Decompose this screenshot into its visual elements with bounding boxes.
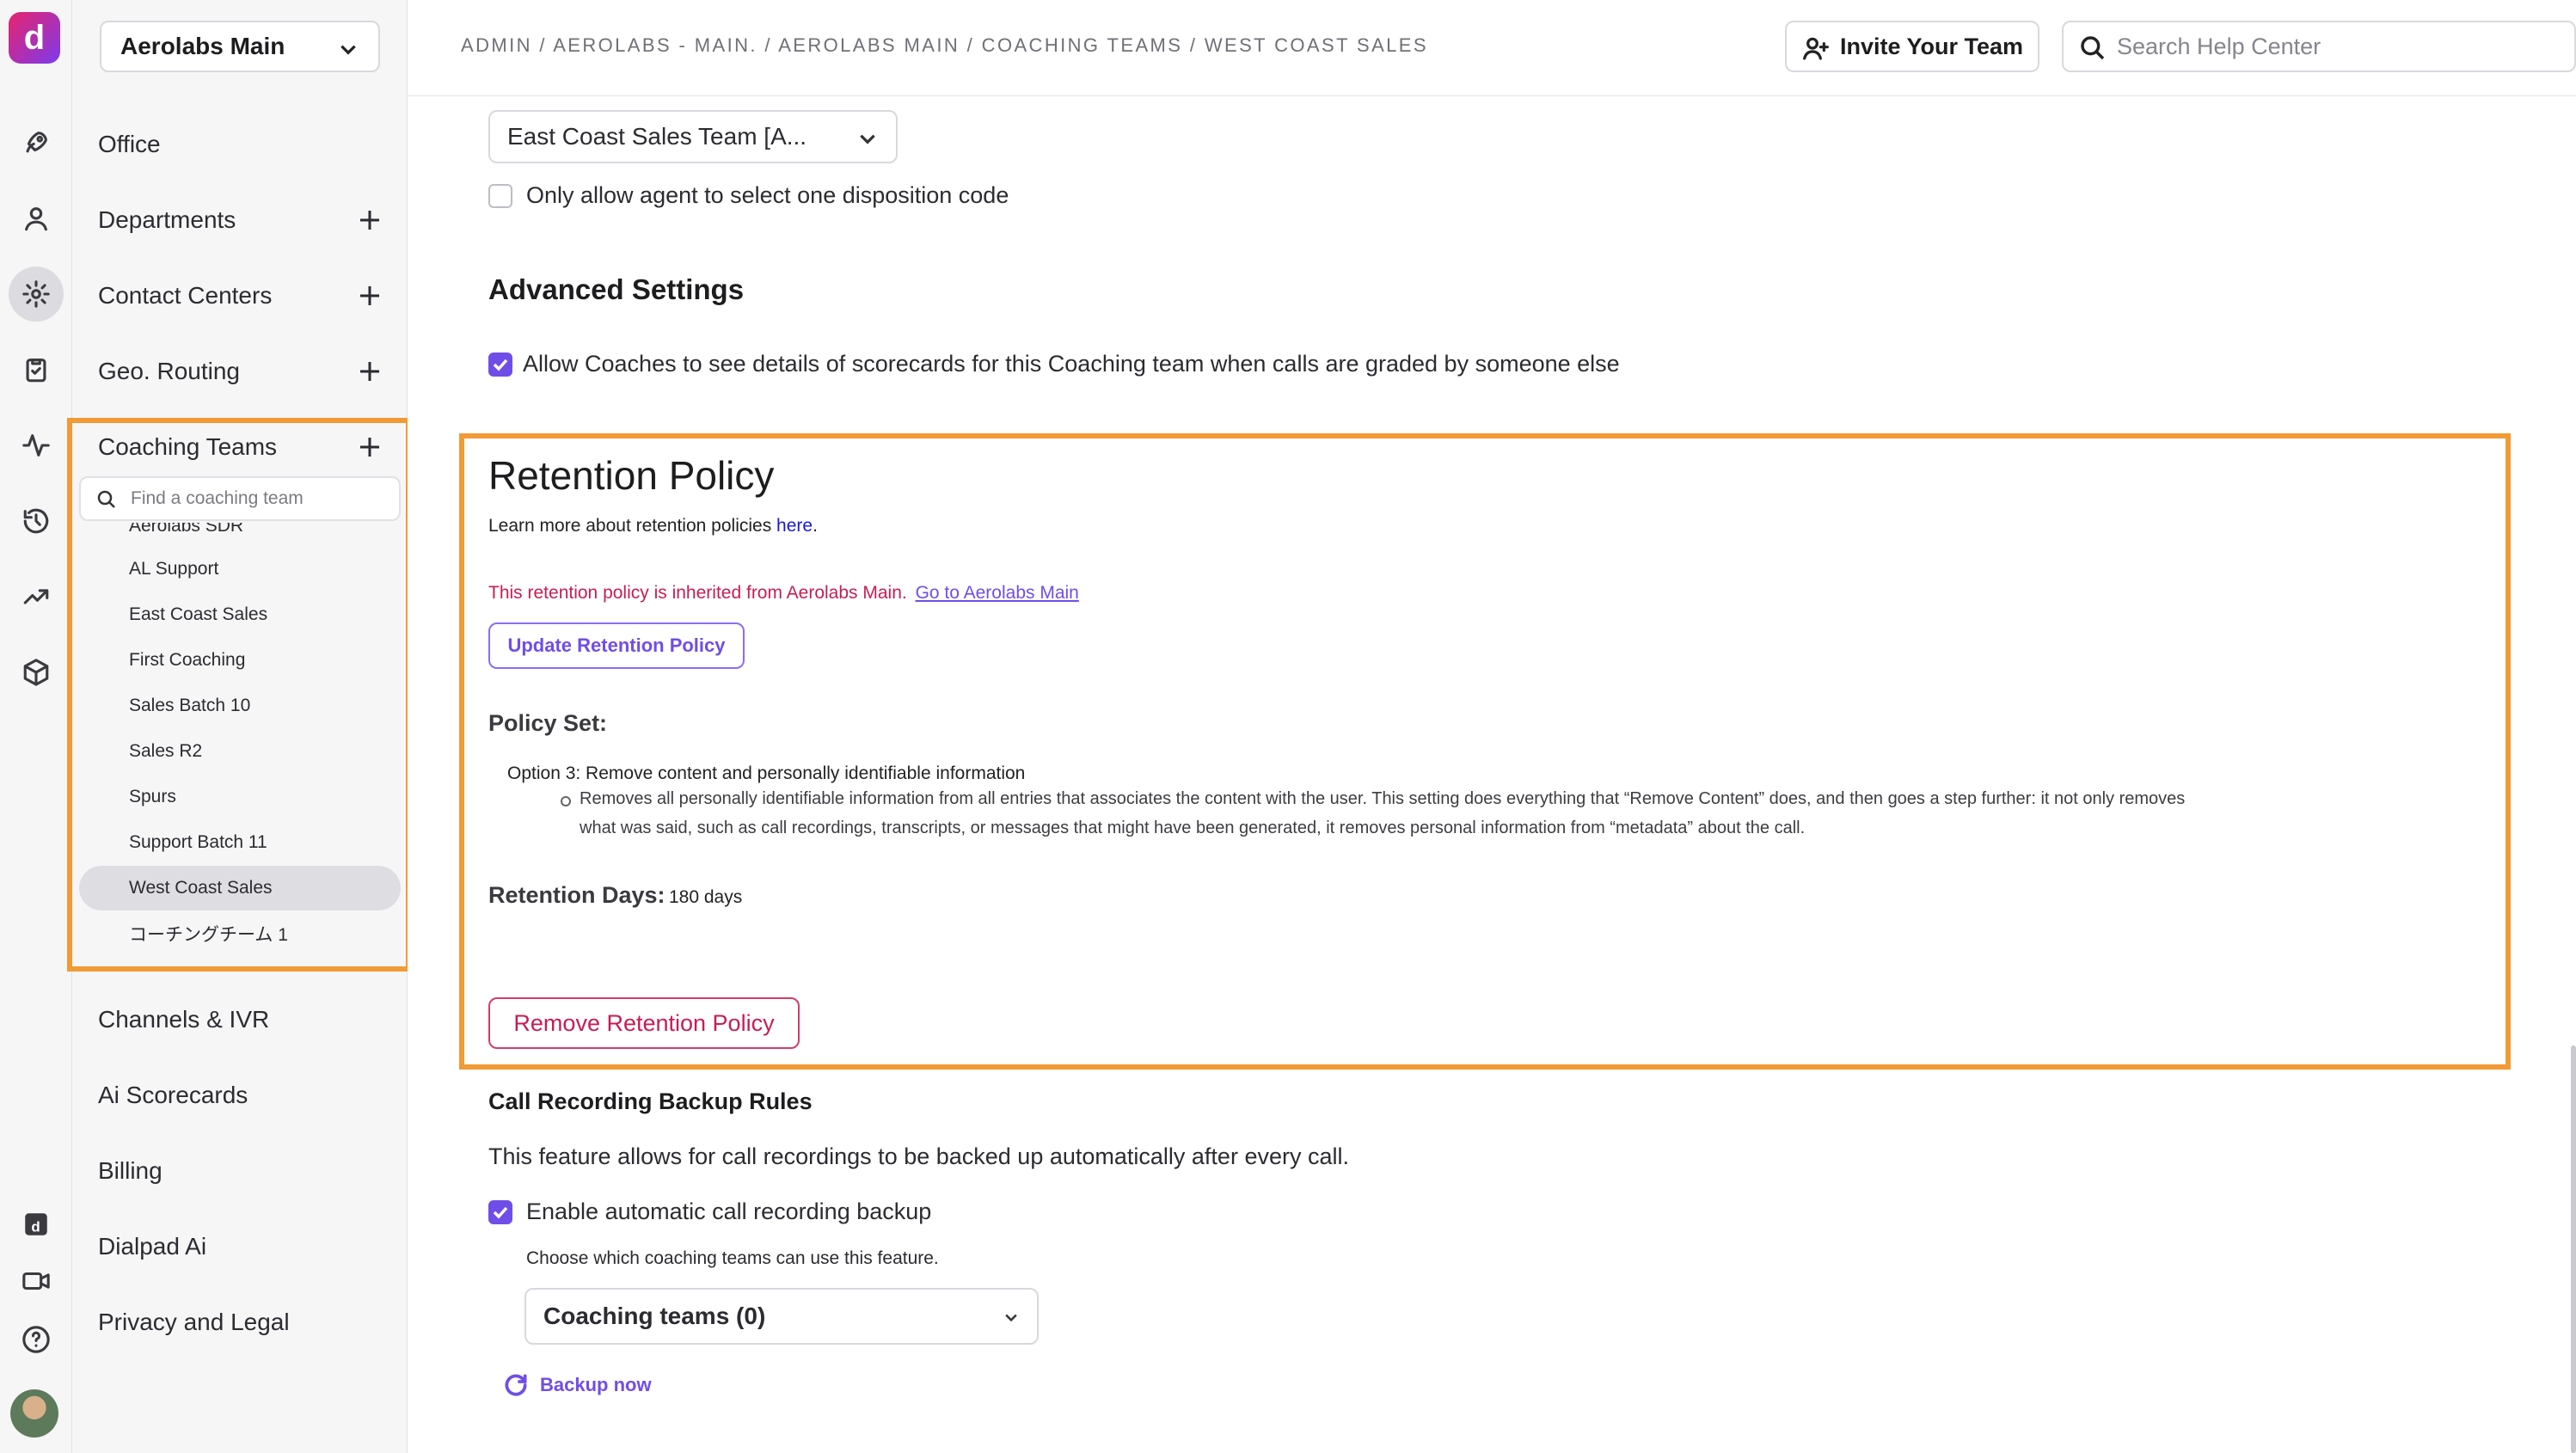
chevron-down-icon	[340, 45, 356, 55]
clipboard-icon[interactable]	[9, 342, 64, 397]
add-contact-center-icon[interactable]	[356, 282, 383, 310]
sidebar-item-label: Contact Centers	[98, 282, 273, 309]
help-icon[interactable]	[9, 1312, 64, 1367]
sidebar-item-label: Privacy and Legal	[98, 1309, 290, 1335]
disposition-team-select[interactable]: East Coast Sales Team [A...	[488, 110, 898, 163]
trend-icon[interactable]	[9, 569, 64, 624]
list-item[interactable]: コーチングチーム 1	[79, 911, 401, 956]
sidebar-item-departments[interactable]: Departments	[98, 193, 390, 248]
main-content: East Coast Sales Team [A... Only allow a…	[408, 96, 2576, 1453]
breadcrumb[interactable]: ADMIN / AEROLABS - MAIN. / AEROLABS MAIN…	[461, 34, 1428, 57]
list-item[interactable]: Aerolabs SDR	[79, 523, 401, 549]
add-geo-routing-icon[interactable]	[356, 358, 383, 385]
cube-icon[interactable]	[9, 645, 64, 700]
video-icon[interactable]	[9, 1254, 64, 1309]
history-icon[interactable]	[9, 494, 64, 549]
sidebar-item-label: Ai Scorecards	[98, 1082, 248, 1108]
disposition-label: Only allow agent to select one dispositi…	[526, 182, 1009, 208]
sidebar-item-channels-ivr[interactable]: Channels & IVR	[98, 992, 390, 1047]
sidebar-item-label: Departments	[98, 206, 236, 233]
top-bar: ADMIN / AEROLABS - MAIN. / AEROLABS MAIN…	[408, 0, 2576, 96]
disposition-checkbox[interactable]	[488, 184, 512, 208]
invite-team-button[interactable]: Invite Your Team	[1785, 21, 2039, 72]
svg-text:d: d	[31, 1219, 40, 1235]
backup-rules-heading: Call Recording Backup Rules	[488, 1088, 813, 1114]
search-icon	[2081, 36, 2105, 60]
refresh-icon	[505, 1374, 527, 1396]
gear-icon[interactable]	[9, 267, 64, 322]
avatar[interactable]	[10, 1389, 58, 1438]
policy-set-label: Policy Set:	[488, 710, 608, 736]
advanced-settings-heading: Advanced Settings	[488, 273, 745, 305]
icon-rail: d d	[0, 0, 72, 1453]
list-item[interactable]: Spurs	[79, 775, 401, 819]
sidebar-item-office[interactable]: Office	[98, 117, 390, 172]
backup-now-button[interactable]: Backup now	[502, 1365, 652, 1405]
chevron-down-icon	[860, 134, 875, 144]
list-item-selected[interactable]: West Coast Sales	[79, 866, 401, 910]
policy-option-desc-1: Removes all personally identifiable info…	[580, 789, 2186, 808]
list-item[interactable]: AL Support	[79, 547, 401, 592]
advanced-coaches-label: Allow Coaches to see details of scorecar…	[523, 351, 1620, 377]
coaching-team-search-input[interactable]: Find a coaching team	[79, 476, 401, 521]
policy-option-desc-2: what was said, such as call recordings, …	[580, 818, 1806, 837]
sidebar-item-ai-scorecards[interactable]: Ai Scorecards	[98, 1068, 390, 1123]
sidebar-item-label: Billing	[98, 1157, 163, 1184]
update-retention-policy-button[interactable]: Update Retention Policy	[488, 622, 745, 669]
add-department-icon[interactable]	[356, 206, 383, 234]
coaching-search-placeholder: Find a coaching team	[131, 488, 304, 508]
enable-backup-label: Enable automatic call recording backup	[526, 1199, 932, 1224]
sidebar-item-label: Geo. Routing	[98, 358, 240, 384]
list-item[interactable]: Support Batch 11	[79, 820, 401, 865]
bullet-icon	[561, 796, 571, 806]
backup-rules-description: This feature allows for call recordings …	[488, 1143, 1349, 1169]
advanced-coaches-checkbox[interactable]	[488, 353, 512, 377]
sidebar-item-billing[interactable]: Billing	[98, 1143, 390, 1199]
list-item[interactable]: Sales Batch 10	[79, 684, 401, 728]
sidebar-item-geo-routing[interactable]: Geo. Routing	[98, 344, 390, 399]
policy-option-title: Option 3: Remove content and personally …	[507, 763, 1026, 783]
retention-inherited-note: This retention policy is inherited from …	[488, 583, 1079, 603]
help-center-search-input[interactable]: Search Help Center	[2062, 21, 2576, 72]
list-item[interactable]: First Coaching	[79, 638, 401, 683]
org-name: Aerolabs Main	[120, 33, 285, 59]
rocket-icon[interactable]	[9, 115, 64, 170]
sidebar-item-label: Office	[98, 131, 161, 157]
list-item[interactable]: East Coast Sales	[79, 592, 401, 637]
chevron-down-icon	[1005, 1314, 1017, 1322]
enable-backup-checkbox[interactable]	[488, 1200, 512, 1224]
list-item[interactable]: Sales R2	[79, 729, 401, 774]
coaching-team-list[interactable]: Aerolabs SDR AL Support East Coast Sales…	[79, 523, 401, 961]
remove-retention-policy-button[interactable]: Remove Retention Policy	[488, 997, 800, 1049]
check-icon	[493, 359, 508, 371]
retention-title: Retention Policy	[488, 453, 775, 498]
sidebar-item-label: Channels & IVR	[98, 1006, 270, 1033]
retention-days-value: 180 days	[669, 887, 743, 907]
dialpad-logo[interactable]: d	[9, 12, 60, 64]
dialpad-ai-icon[interactable]: d	[9, 1197, 64, 1252]
retention-learn-more: Learn more about retention policies here…	[488, 516, 818, 536]
user-icon[interactable]	[9, 191, 64, 246]
check-icon	[493, 1206, 508, 1219]
sidebar-item-dialpad-ai[interactable]: Dialpad Ai	[98, 1219, 390, 1274]
coaching-teams-select[interactable]: Coaching teams (0)	[524, 1288, 1039, 1345]
sidebar-item-label: Dialpad Ai	[98, 1233, 207, 1260]
sidebar-item-contact-centers[interactable]: Contact Centers	[98, 268, 390, 323]
goto-aerolabs-main-link[interactable]: Go to Aerolabs Main	[916, 583, 1079, 603]
sidebar-item-privacy-legal[interactable]: Privacy and Legal	[98, 1295, 390, 1350]
scrollbar[interactable]	[2571, 1045, 2576, 1453]
activity-icon[interactable]	[9, 418, 64, 473]
retention-learn-link[interactable]: here	[776, 516, 813, 536]
search-icon	[97, 490, 115, 508]
org-selector[interactable]: Aerolabs Main	[100, 21, 380, 72]
retention-days: Retention Days: 180 days	[488, 882, 743, 908]
add-user-icon	[1803, 37, 1829, 60]
choose-teams-label: Choose which coaching teams can use this…	[526, 1248, 939, 1268]
